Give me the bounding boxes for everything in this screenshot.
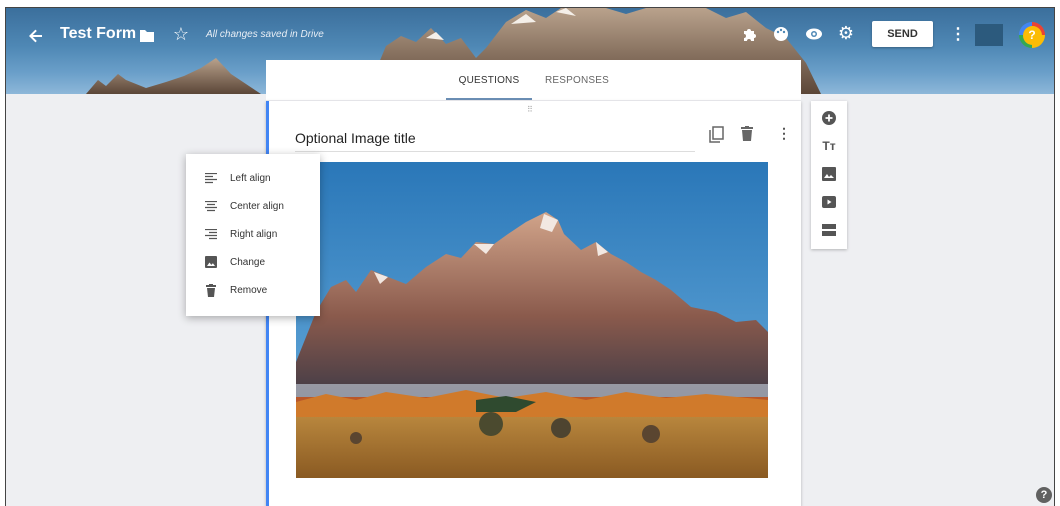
add-video-button[interactable]	[820, 193, 838, 211]
image-title-input[interactable]: Optional Image title	[295, 130, 695, 152]
palette-icon	[774, 27, 788, 41]
add-question-button[interactable]	[820, 109, 838, 127]
menu-item-label: Center align	[230, 200, 284, 212]
help-icon: ?	[1022, 25, 1042, 45]
gear-icon: ⚙	[837, 22, 855, 43]
addons-button[interactable]	[739, 23, 761, 45]
form-title[interactable]: Test Form	[60, 25, 136, 43]
align-right-icon	[204, 227, 218, 241]
app-window: Test Form ☆ All changes saved in Drive ⚙…	[5, 7, 1055, 506]
more-vert-icon: ⋮	[777, 125, 791, 141]
add-image-button[interactable]	[820, 165, 838, 183]
duplicate-button[interactable]	[709, 126, 729, 146]
add-question-icon	[822, 111, 836, 125]
menu-item-label: Remove	[230, 284, 268, 296]
delete-button[interactable]	[741, 126, 761, 146]
image-item-card[interactable]: ⠿ Optional Image title ⋮	[266, 101, 801, 506]
menu-item-right-align[interactable]: Right align	[186, 220, 320, 248]
back-arrow-icon	[29, 29, 42, 43]
star-icon: ☆	[172, 23, 190, 44]
more-vert-icon: ⋮	[950, 26, 966, 43]
puzzle-icon	[744, 29, 756, 41]
tab-bar: QUESTIONS RESPONSES	[266, 60, 801, 100]
save-status: All changes saved in Drive	[206, 29, 324, 40]
settings-button[interactable]: ⚙	[835, 22, 857, 44]
preview-button[interactable]	[803, 23, 825, 45]
drag-handle-icon[interactable]: ⠿	[527, 105, 534, 114]
more-options-button[interactable]: ⋮	[950, 23, 966, 45]
menu-item-label: Change	[230, 256, 266, 268]
menu-item-left-align[interactable]: Left align	[186, 164, 320, 192]
help-button[interactable]: ?	[1019, 22, 1045, 48]
side-toolbar: Tт	[811, 101, 847, 249]
add-title-button[interactable]: Tт	[820, 137, 838, 155]
send-button[interactable]: SEND	[872, 21, 933, 47]
star-button[interactable]: ☆	[170, 23, 192, 45]
help-fab[interactable]: ?	[1036, 487, 1052, 503]
menu-item-label: Right align	[230, 228, 278, 240]
mountain-photo-image	[296, 162, 768, 478]
add-section-icon	[822, 224, 836, 236]
eye-icon	[806, 28, 822, 40]
trash-icon	[741, 126, 753, 141]
mountain-photo	[296, 162, 768, 478]
tab-responses[interactable]: RESPONSES	[539, 60, 615, 100]
image-icon	[204, 255, 218, 269]
menu-item-center-align[interactable]: Center align	[186, 192, 320, 220]
folder-icon	[140, 30, 154, 42]
palette-button[interactable]	[770, 23, 792, 45]
align-center-icon	[204, 199, 218, 213]
menu-item-change[interactable]: Change	[186, 248, 320, 276]
add-section-button[interactable]	[820, 221, 838, 239]
account-switcher[interactable]	[975, 24, 1003, 46]
align-left-icon	[204, 171, 218, 185]
card-more-button[interactable]: ⋮	[777, 125, 791, 145]
add-video-icon	[822, 196, 836, 208]
image-align-menu: Left align Center align Right align Chan…	[186, 154, 320, 316]
copy-icon	[709, 126, 724, 143]
folder-button[interactable]	[136, 25, 158, 47]
add-title-icon: Tт	[822, 139, 836, 153]
help-icon: ?	[1040, 489, 1048, 501]
menu-item-remove[interactable]: Remove	[186, 276, 320, 304]
menu-item-label: Left align	[230, 172, 271, 184]
back-button[interactable]	[24, 24, 48, 48]
trash-icon	[204, 283, 218, 297]
add-image-icon	[822, 167, 836, 181]
tab-questions[interactable]: QUESTIONS	[446, 60, 532, 100]
